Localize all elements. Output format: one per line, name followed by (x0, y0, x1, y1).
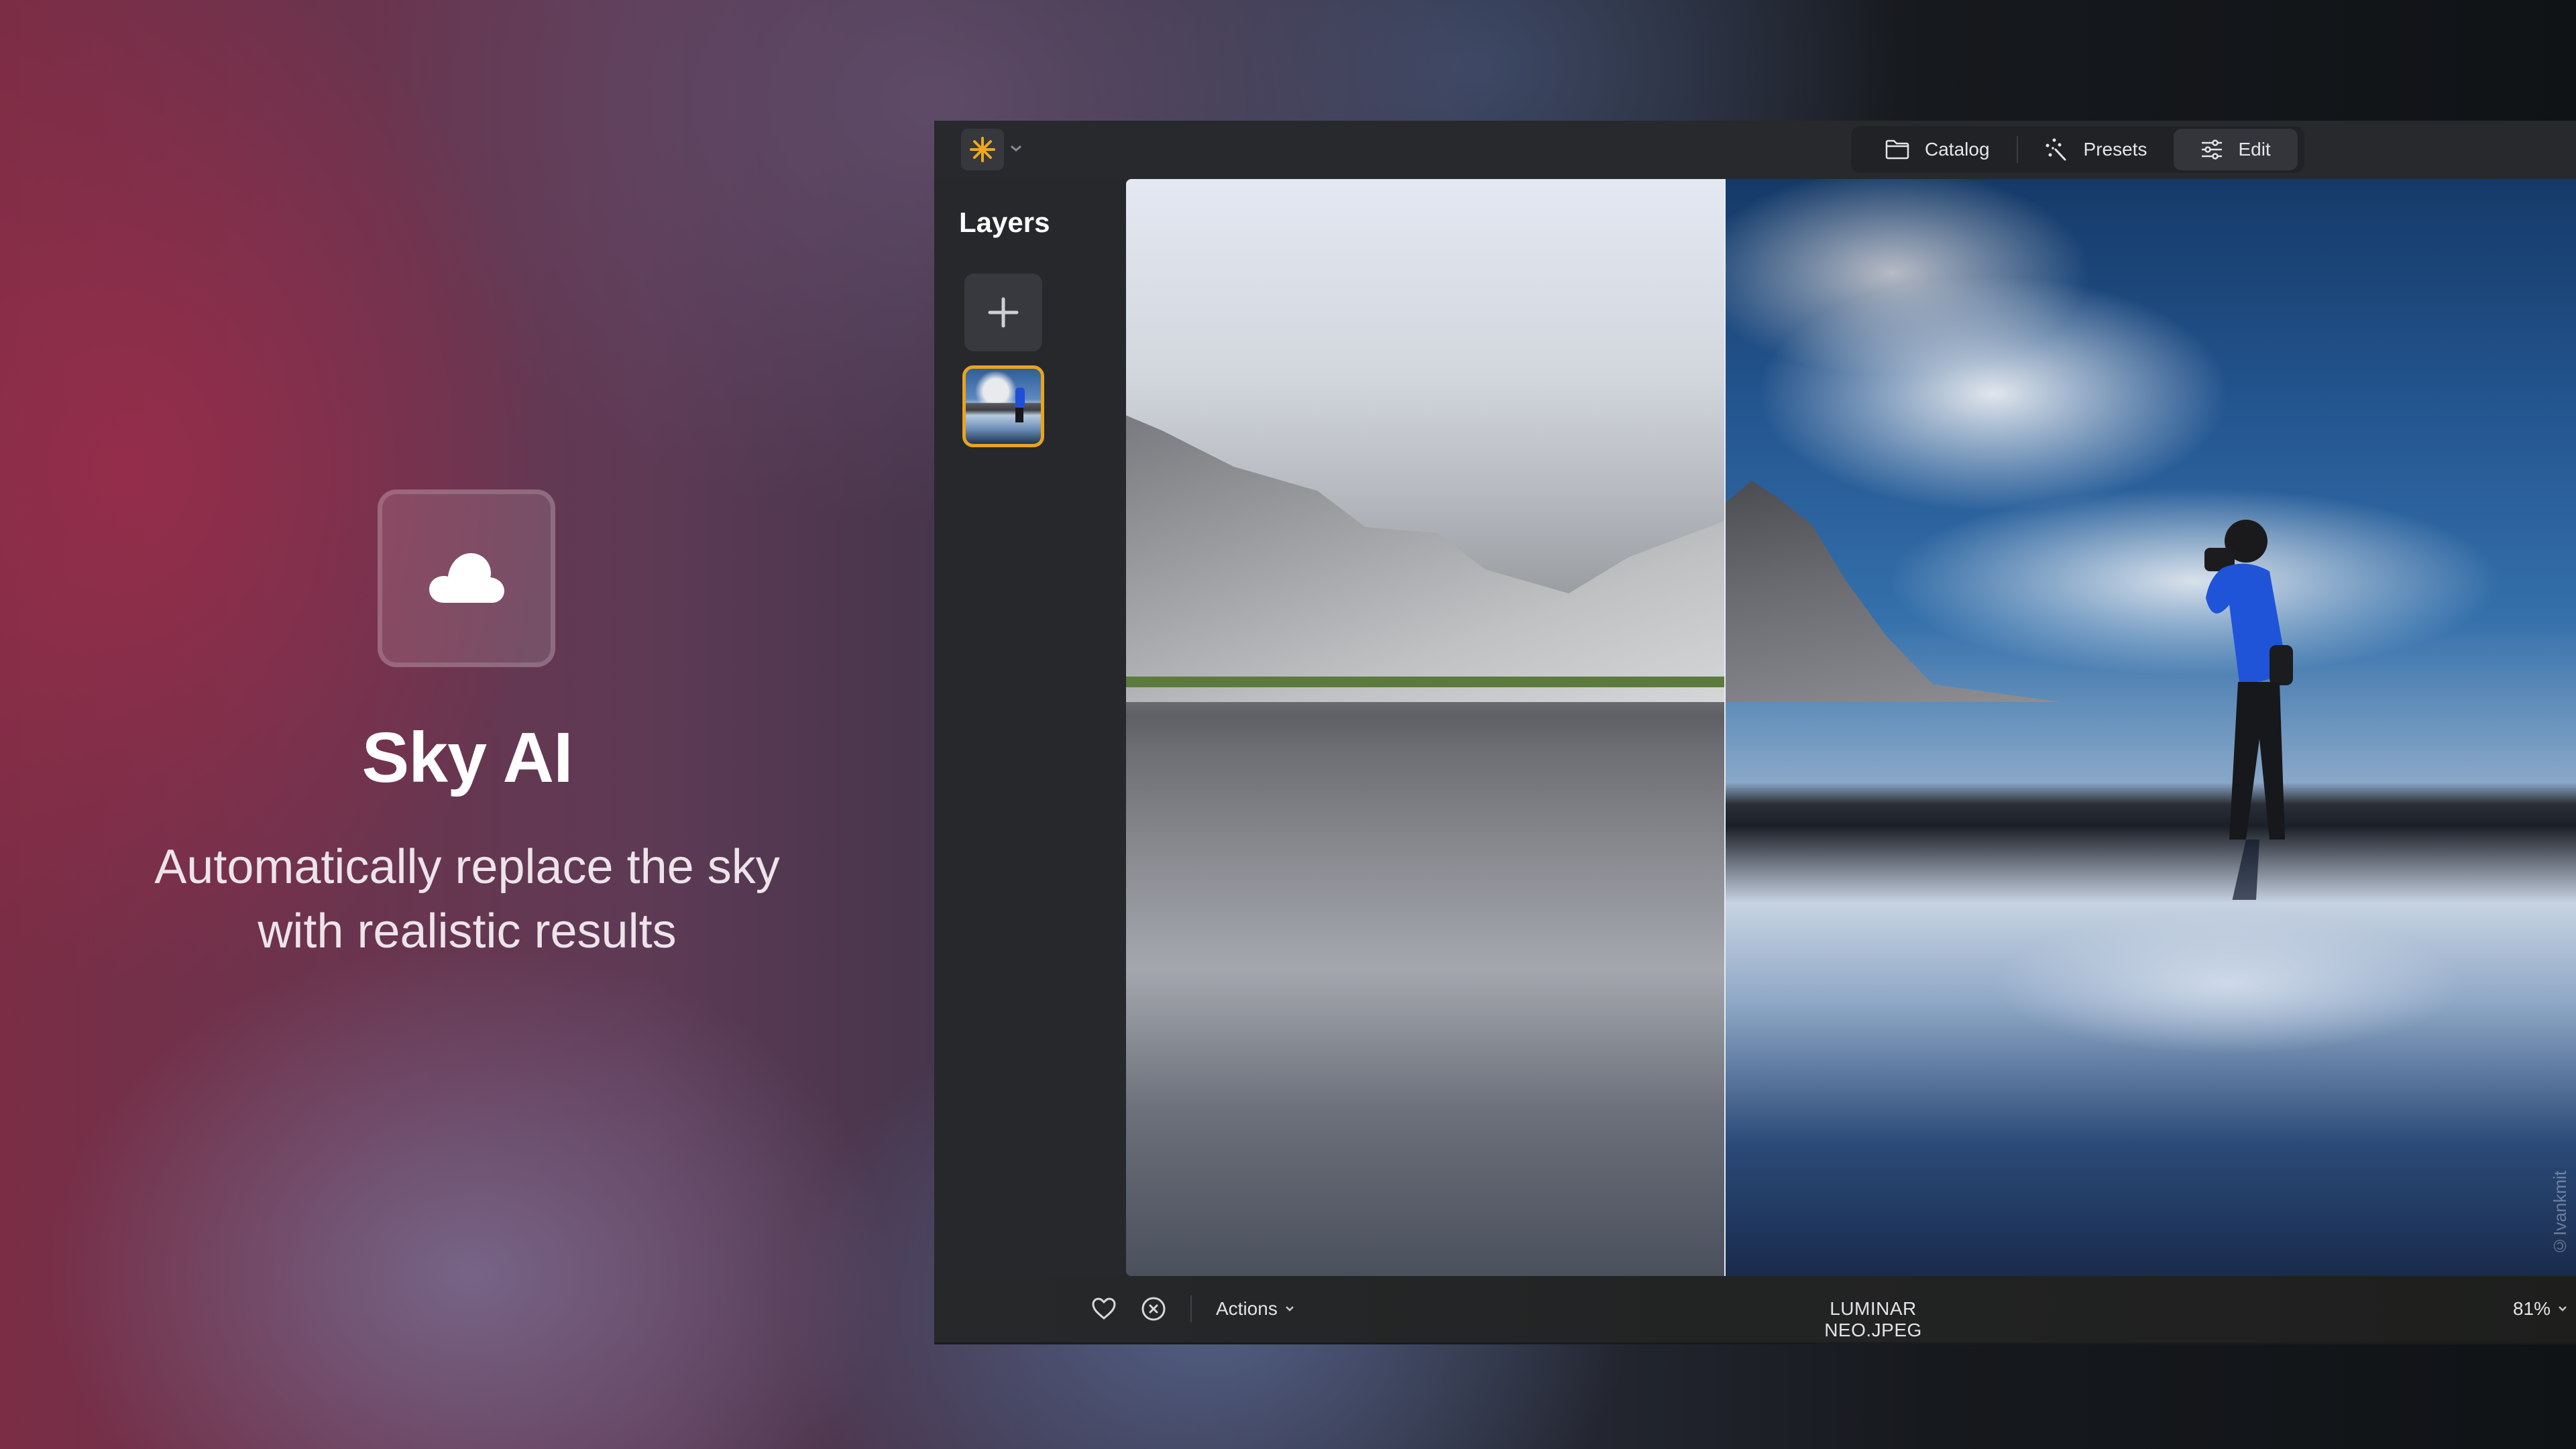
before-image (1126, 179, 1724, 1276)
chevron-down-icon (1285, 1306, 1294, 1312)
feature-promo: Sky AI Automatically replace the sky wit… (0, 0, 934, 1449)
mode-navigation: Catalog Presets Edit (1851, 126, 2304, 173)
layer-thumbnail[interactable] (962, 365, 1044, 447)
feature-subtitle: Automatically replace the sky with reali… (0, 835, 934, 964)
add-layer-button[interactable] (964, 274, 1042, 351)
photographer-figure (2204, 520, 2293, 900)
tab-presets[interactable]: Presets (2018, 129, 2174, 170)
zoom-dropdown[interactable]: 81% (2513, 1298, 2568, 1320)
file-name: LUMINAR NEO.JPEG (1824, 1298, 1922, 1340)
circle-x-icon[interactable] (1141, 1296, 1166, 1322)
tab-edit-label: Edit (2238, 139, 2271, 160)
app-menu-button[interactable] (961, 129, 1004, 170)
heart-icon[interactable] (1091, 1297, 1117, 1320)
zoom-level: 81% (2512, 1298, 2551, 1319)
feature-subtitle-line-2: with realistic results (258, 905, 677, 958)
chevron-down-icon (2559, 1306, 2567, 1312)
tab-catalog-label: Catalog (1925, 139, 1990, 160)
actions-label: Actions (1216, 1298, 1278, 1319)
luminar-star-icon (970, 137, 995, 162)
chevron-down-icon[interactable] (1009, 143, 1023, 153)
bottom-bar: Actions LUMINAR NEO.JPEG 81% (934, 1276, 2576, 1342)
feature-icon-tile (378, 489, 555, 667)
folder-icon (1885, 139, 1909, 160)
magic-wand-icon (2046, 138, 2066, 161)
plus-icon (988, 297, 1019, 328)
feature-title: Sky AI (361, 718, 573, 797)
image-canvas[interactable]: ©Ivankmit (1126, 179, 2576, 1276)
top-toolbar: Catalog Presets Edit (934, 121, 2576, 178)
cloud-icon (429, 553, 504, 603)
layers-title: Layers (959, 207, 1050, 238)
app-window: Catalog Presets Edit Layers ©Ivankmit Ac… (934, 121, 2576, 1344)
tab-catalog[interactable]: Catalog (1858, 129, 2017, 170)
feature-subtitle-line-1: Automatically replace the sky (154, 840, 780, 894)
before-after-divider[interactable] (1724, 179, 1726, 1276)
tab-presets-label: Presets (2083, 139, 2147, 160)
after-image (1725, 179, 2576, 1276)
bottom-divider (1190, 1295, 1192, 1322)
thumbnail-person-legs (1015, 408, 1023, 422)
photo-watermark: ©Ivankmit (2550, 1171, 2570, 1256)
thumbnail-person (1015, 388, 1025, 409)
actions-dropdown[interactable]: Actions (1216, 1298, 1295, 1320)
sliders-icon (2202, 139, 2223, 160)
tab-edit[interactable]: Edit (2174, 129, 2298, 170)
before-shoreline (1126, 677, 1724, 687)
